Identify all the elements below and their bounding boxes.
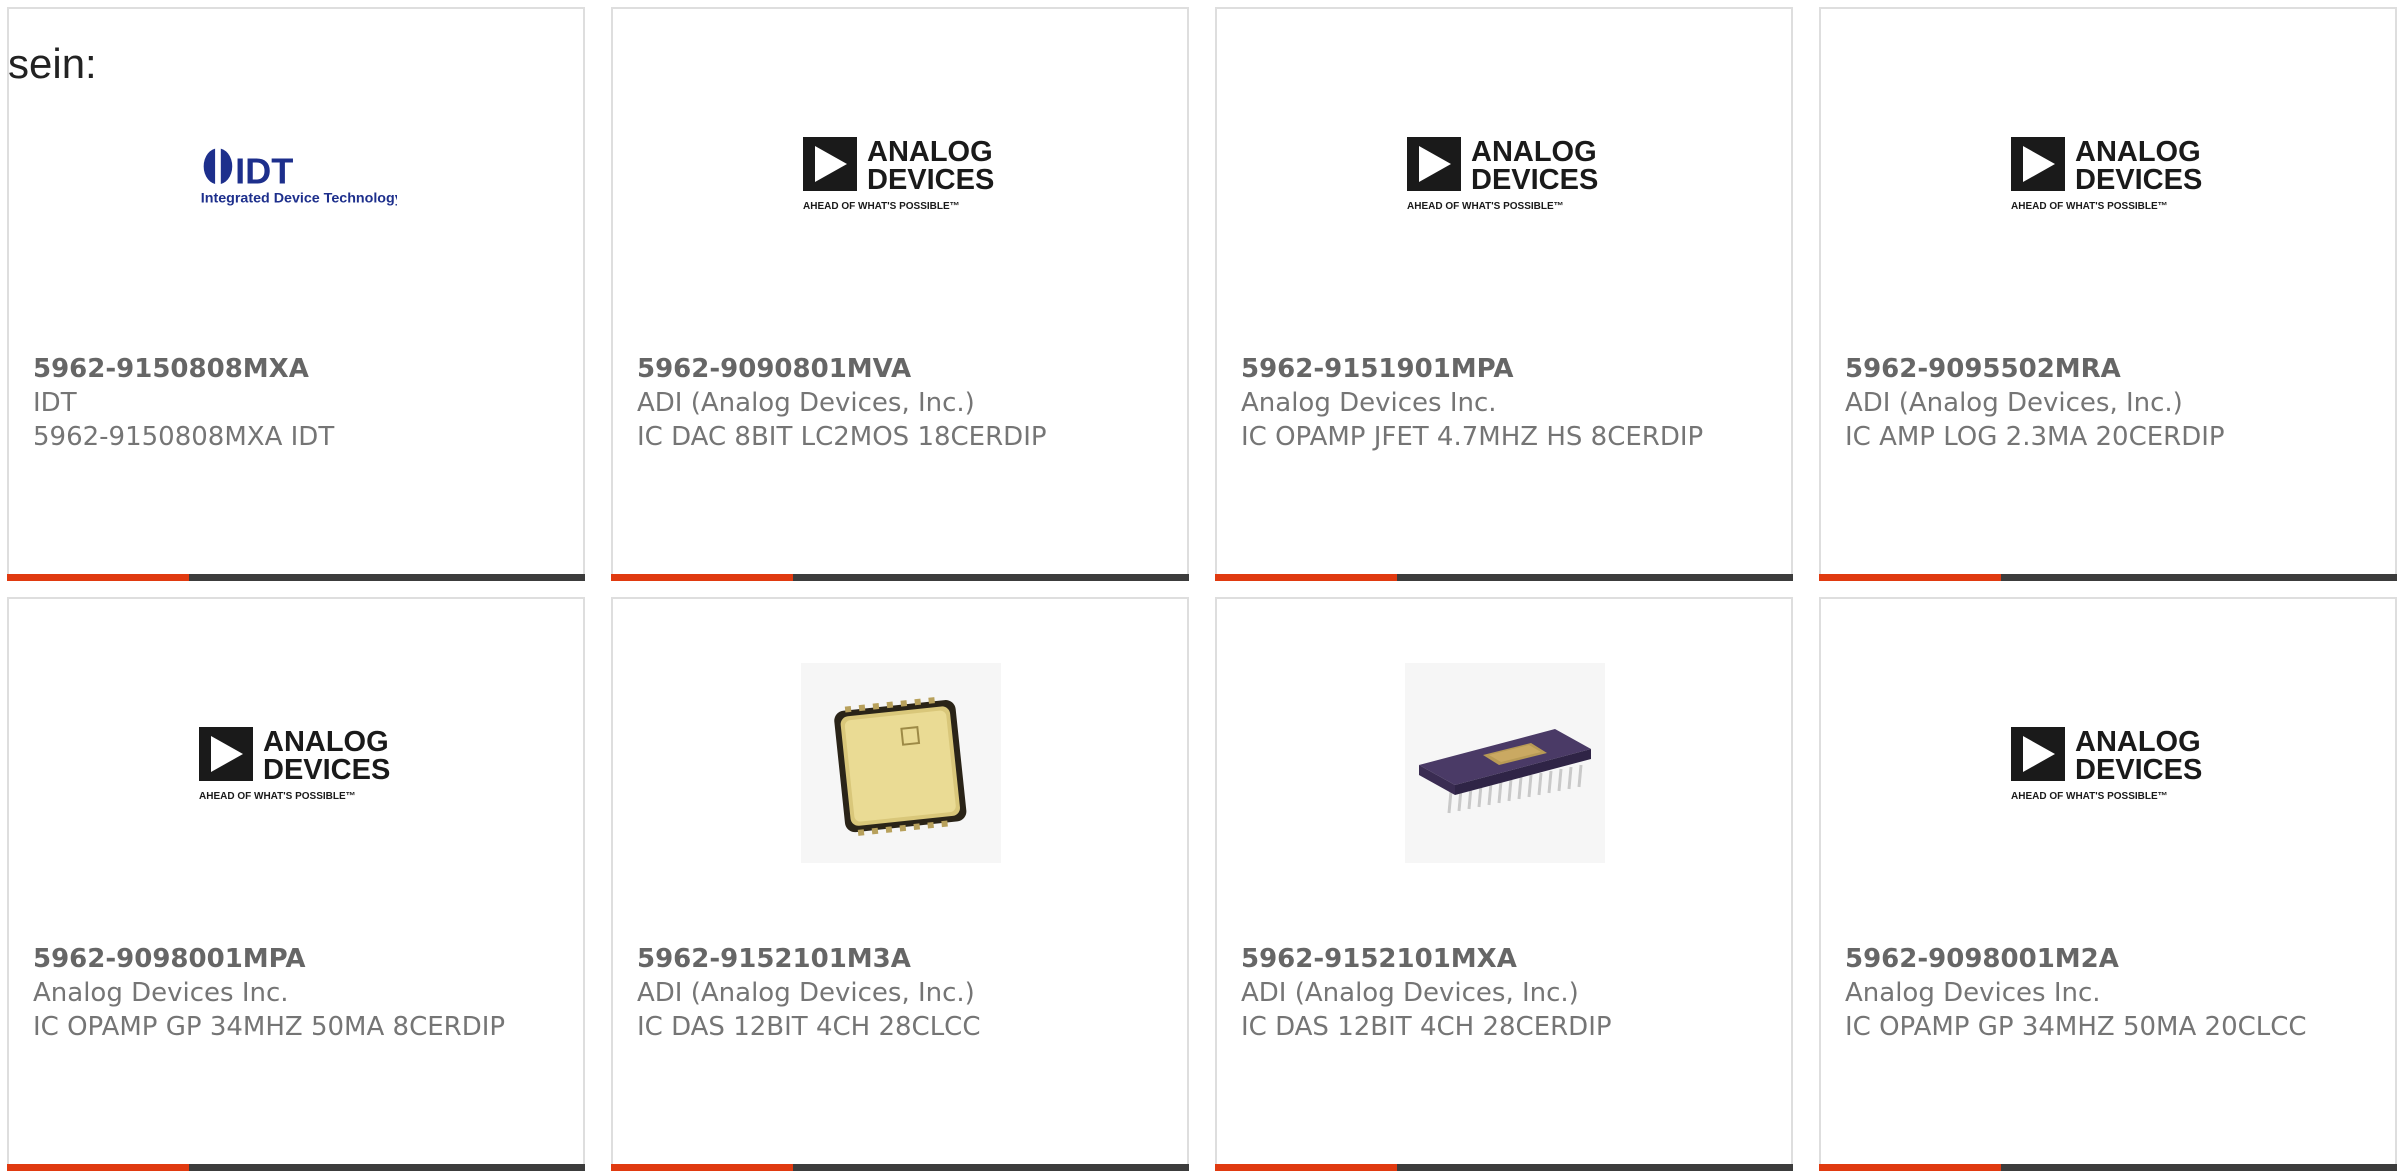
logo-line2: DEVICES <box>1471 164 1598 196</box>
part-number-link[interactable]: 5962-9090801MVA <box>637 352 1127 386</box>
idt-logo: IDT Integrated Device Technology <box>201 145 397 207</box>
manufacturer-name: Analog Devices Inc. <box>1241 388 1497 418</box>
product-image[interactable]: ANALOG DEVICES AHEAD OF WHAT'S POSSIBLE™ <box>801 73 1001 273</box>
card-accent-bar <box>1215 574 1397 581</box>
logo-line2: DEVICES <box>263 754 390 786</box>
part-number-link[interactable]: 5962-9152101M3A <box>637 942 1127 976</box>
product-card[interactable]: ANALOG DEVICES AHEAD OF WHAT'S POSSIBLE™… <box>1215 7 1793 581</box>
product-image[interactable]: ANALOG DEVICES AHEAD OF WHAT'S POSSIBLE™ <box>197 663 397 863</box>
logo-line2: DEVICES <box>867 164 994 196</box>
idt-logo-subtitle: Integrated Device Technology <box>201 191 397 207</box>
product-description: IC OPAMP GP 34MHZ 50MA 20CLCC <box>1845 1012 2307 1042</box>
product-card[interactable]: ANALOG DEVICES AHEAD OF WHAT'S POSSIBLE™… <box>7 597 585 1171</box>
product-description: IC OPAMP JFET 4.7MHZ HS 8CERDIP <box>1241 422 1704 452</box>
analog-devices-logo: ANALOG DEVICES AHEAD OF WHAT'S POSSIBLE™ <box>803 136 994 212</box>
part-number-link[interactable]: 5962-9151901MPA <box>1241 352 1731 386</box>
logo-tagline: AHEAD OF WHAT'S POSSIBLE™ <box>2011 791 2168 802</box>
product-description: IC OPAMP GP 34MHZ 50MA 8CERDIP <box>33 1012 506 1042</box>
card-accent-bar <box>7 574 189 581</box>
logo-tagline: AHEAD OF WHAT'S POSSIBLE™ <box>2011 201 2168 212</box>
analog-devices-logo: ANALOG DEVICES AHEAD OF WHAT'S POSSIBLE™ <box>2011 136 2202 212</box>
manufacturer-name: ADI (Analog Devices, Inc.) <box>637 388 975 418</box>
manufacturer-name: Analog Devices Inc. <box>33 978 289 1008</box>
card-accent-bar <box>611 574 793 581</box>
idt-logo-name: IDT <box>235 150 293 191</box>
product-description: IC DAC 8BIT LC2MOS 18CERDIP <box>637 422 1047 452</box>
cerdip-chip-photo <box>1405 663 1605 863</box>
manufacturer-name: ADI (Analog Devices, Inc.) <box>637 978 975 1008</box>
part-number-link[interactable]: 5962-9098001M2A <box>1845 942 2335 976</box>
part-number-link[interactable]: 5962-9150808MXA <box>33 352 523 386</box>
product-image[interactable]: ANALOG DEVICES AHEAD OF WHAT'S POSSIBLE™ <box>1405 73 1605 273</box>
logo-tagline: AHEAD OF WHAT'S POSSIBLE™ <box>199 791 356 802</box>
product-card[interactable]: IDT Integrated Device Technology 5962-91… <box>7 7 585 581</box>
product-card[interactable]: 5962-9152101M3A ADI (Analog Devices, Inc… <box>611 597 1189 1171</box>
card-bottom-bar <box>1819 1164 2397 1171</box>
card-bottom-bar <box>7 1164 585 1171</box>
logo-tagline: AHEAD OF WHAT'S POSSIBLE™ <box>803 201 960 212</box>
manufacturer-name: ADI (Analog Devices, Inc.) <box>1845 388 2183 418</box>
analog-devices-logo: ANALOG DEVICES AHEAD OF WHAT'S POSSIBLE™ <box>2011 726 2202 802</box>
analog-devices-logo: ANALOG DEVICES AHEAD OF WHAT'S POSSIBLE™ <box>199 726 390 802</box>
logo-line2: DEVICES <box>2075 754 2202 786</box>
product-image[interactable] <box>801 663 1001 863</box>
part-number-link[interactable]: 5962-9095502MRA <box>1845 352 2335 386</box>
card-accent-bar <box>1819 1164 2001 1171</box>
card-bottom-bar <box>1215 574 1793 581</box>
card-accent-bar <box>1215 1164 1397 1171</box>
product-description: IC DAS 12BIT 4CH 28CLCC <box>637 1012 981 1042</box>
manufacturer-name: ADI (Analog Devices, Inc.) <box>1241 978 1579 1008</box>
product-description: IC DAS 12BIT 4CH 28CERDIP <box>1241 1012 1612 1042</box>
product-image[interactable] <box>1405 663 1605 863</box>
card-bottom-bar <box>7 574 585 581</box>
analog-devices-logo: ANALOG DEVICES AHEAD OF WHAT'S POSSIBLE™ <box>1407 136 1598 212</box>
part-number-link[interactable]: 5962-9152101MXA <box>1241 942 1731 976</box>
product-image[interactable]: ANALOG DEVICES AHEAD OF WHAT'S POSSIBLE™ <box>2009 663 2209 863</box>
product-description: 5962-9150808MXA IDT <box>33 422 335 452</box>
product-card[interactable]: ANALOG DEVICES AHEAD OF WHAT'S POSSIBLE™… <box>1819 597 2397 1171</box>
intro-text: sein: <box>8 40 97 87</box>
manufacturer-name: IDT <box>33 388 77 418</box>
product-image[interactable]: ANALOG DEVICES AHEAD OF WHAT'S POSSIBLE™ <box>2009 73 2209 273</box>
card-bottom-bar <box>1819 574 2397 581</box>
part-number-link[interactable]: 5962-9098001MPA <box>33 942 523 976</box>
product-card[interactable]: ANALOG DEVICES AHEAD OF WHAT'S POSSIBLE™… <box>1819 7 2397 581</box>
card-accent-bar <box>1819 574 2001 581</box>
card-bottom-bar <box>1215 1164 1793 1171</box>
product-card[interactable]: 5962-9152101MXA ADI (Analog Devices, Inc… <box>1215 597 1793 1171</box>
product-description: IC AMP LOG 2.3MA 20CERDIP <box>1845 422 2225 452</box>
manufacturer-name: Analog Devices Inc. <box>1845 978 2101 1008</box>
clcc-chip-photo <box>801 663 1001 863</box>
logo-line2: DEVICES <box>2075 164 2202 196</box>
card-bottom-bar <box>611 1164 1189 1171</box>
card-accent-bar <box>7 1164 189 1171</box>
card-bottom-bar <box>611 574 1189 581</box>
logo-tagline: AHEAD OF WHAT'S POSSIBLE™ <box>1407 201 1564 212</box>
product-grid: IDT Integrated Device Technology 5962-91… <box>0 0 2400 1171</box>
card-accent-bar <box>611 1164 793 1171</box>
product-image[interactable]: IDT Integrated Device Technology <box>197 73 397 273</box>
product-card[interactable]: ANALOG DEVICES AHEAD OF WHAT'S POSSIBLE™… <box>611 7 1189 581</box>
